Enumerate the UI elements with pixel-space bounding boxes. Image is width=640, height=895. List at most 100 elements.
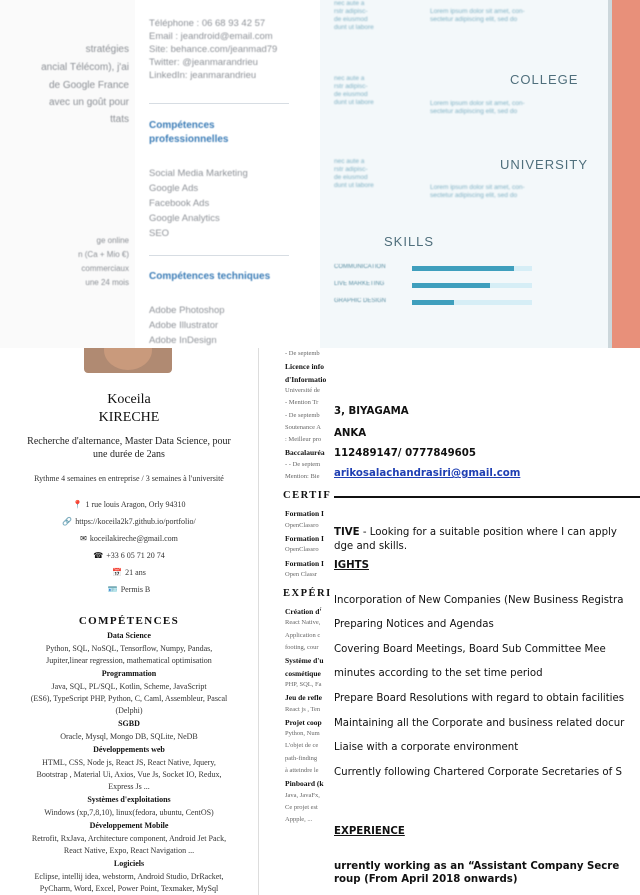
skill-group-line: HTML, CSS, Node js, React JS, React Nati… [42,758,216,767]
entry-text: OpenClassro [285,521,319,529]
envelope-icon: ✉ [80,534,87,543]
skill-bar-fill [412,300,454,305]
entry-title: Jeu de refle [285,693,322,703]
entry-title: Projet coop [285,717,322,727]
portfolio-link[interactable]: https://koceila2k7.github.io/portfolio/ [75,517,195,526]
experience-heading: EXPERIENCE [334,826,405,837]
email-link[interactable]: koceilakireche@gmail.com [90,534,178,543]
address-text: 1 rue louis Aragon, Orly 94310 [85,500,186,509]
entry-text: Mention: Bie [285,473,320,480]
highlight-item: minutes according to the set time period [334,668,543,679]
cv-preview-panel-e: - De septemb Licence info d'Informatio Univ… [258,348,334,895]
age-line: 📅 21 ans [0,568,258,577]
entry-title: Baccalauréa [285,448,325,458]
entry-title: Création d'́ [285,607,322,617]
highlight-item: Preparing Notices and Agendas [334,619,494,630]
competences-heading: COMPÉTENCES [78,615,180,627]
skill-group-title: SGBD [118,719,140,728]
skill-group-line: Windows (xp,7,8,10), linux(fedora, ubunt… [44,808,214,817]
entry-text: Python, Num [285,730,320,738]
address-line: 3, BIYAGAMA [334,406,409,417]
portfolio-line[interactable]: 🔗 https://koceila2k7.github.io/portfolio/ [0,517,258,526]
skill-label: COMMUNICATION [334,264,386,270]
highlight-item: Maintaining all the Corporate and busine… [334,718,625,729]
university-heading: UNIVERSITY [500,157,589,172]
entry-title: Licence info [285,362,324,372]
blurred-text-line: avec un goût pour [48,97,129,108]
divider [149,103,289,104]
entry-text: à atteindre le [285,767,319,774]
section-heading: Compétences [149,120,215,131]
skill-group-line: (Delphi) [115,706,143,715]
blurred-text-block: Lorem ipsum dolor sit amet, con- sectetu… [430,100,525,115]
skill-group-line: Retrofit, RxJava, Architecture component… [31,834,227,843]
skill-line: Social Media Marketing [149,168,248,179]
entry-text: Soutenance A [285,423,321,431]
contact-line: Site: behance.com/jeanmad79 [149,44,278,55]
cv-preview-panel-a: stratégies ancial Télécom), j'ai de Goog… [0,0,135,348]
entry-text: - De septemb [285,350,320,357]
blurred-text-block: nec aute a rstr adipisc- de eiusmod dunt… [334,0,374,31]
entry-text: React js , Ten [285,705,321,713]
skill-group-title: Systèmes d'exploitations [87,795,171,804]
entry-text: - Mention Tr [285,399,319,407]
blurred-text-line: commerciaux [81,264,129,273]
blurred-text-line: ttats [110,114,129,125]
entry-text: L'objet de ce [285,742,319,750]
skill-group-line: React Native, Expo, React Navigation ... [63,846,195,855]
divider [334,496,640,498]
experience-line: roup (From April 2018 onwards) [334,874,518,885]
last-name: KIRECHE [98,410,160,425]
skill-line: Facebook Ads [149,198,210,209]
experience-line: urrently working as an “Assistant Compan… [334,861,620,872]
blurred-text-line: une 24 mois [85,278,129,287]
blurred-text-line: ge online [96,236,129,245]
highlight-item: Prepare Board Resolutions with regard to… [334,693,625,704]
entry-text: - - De septem [285,460,321,468]
skill-group-line: PyCharm, Word, Excel, Power Point, Texma… [39,884,219,893]
entry-title: Formation I [285,509,324,519]
blurred-text-block: Lorem ipsum dolor sit amet, con- sectetu… [430,184,525,199]
section-heading: EXPÉRI [283,588,332,600]
email-link[interactable]: arikosalachandrasiri@gmail.com [334,468,520,479]
blurred-text-line: n (Ca + Mio €) [78,250,129,259]
entry-text: OpenClassro [285,546,319,554]
entry-title: cosmétique [285,668,321,678]
entry-text: Université de [285,386,320,394]
skill-label: GRAPHIC DESIGN [334,298,387,304]
highlights-heading: IGHTS [334,560,369,571]
skill-bar-fill [412,266,514,271]
entry-text: Application c [285,631,321,639]
skill-group-line: Express Js ... [108,782,150,791]
highlight-item: Liaise with a corporate environment [334,742,519,753]
skill-line: Google Ads [149,183,199,194]
license-text: Permis B [120,585,151,594]
first-name: Koceila [107,392,151,407]
entry-text: PHP, SQL, Fa [285,680,322,688]
cv-preview-koceila: Koceila KIRECHE Recherche d'alternance, … [0,348,258,895]
skill-line: Adobe Illustrator [149,320,219,331]
decorative-stripe [612,0,640,348]
email-line[interactable]: ✉ koceilakireche@gmail.com [0,534,258,543]
cv-preview-company-secretary: 3, BIYAGAMA ANKA 112489147/ 0777849605 a… [334,348,640,895]
license-line: 🪪 Permis B [0,585,258,594]
id-card-icon: 🪪 [107,585,118,594]
blurred-text-block: Lorem ipsum dolor sit amet, con- sectetu… [430,8,525,23]
blurred-text-line: de Google France [48,80,129,91]
skill-group-title: Développements web [93,745,165,754]
location-pin-icon: 📍 [72,500,83,509]
skill-bar-fill [412,283,490,288]
phone-line: 112489147/ 0777849605 [334,448,476,459]
cv-preview-panel-c: nec aute a rstr adipisc- de eiusmod dunt… [320,0,640,348]
entry-text: Appple, ... [285,816,313,824]
blurred-text-block: nec aute a rstr adipisc- de eiusmod dunt… [334,158,374,189]
skill-group-title: Logiciels [113,859,145,868]
entry-title: Pinboard (k [285,779,324,789]
calendar-icon: 📅 [112,568,123,577]
skill-group-line: Oracle, Mysql, Mongo DB, SQLite, NeDB [60,732,198,741]
entry-title: Système d'u [285,656,324,666]
skill-label: LIVE MARKETING [334,281,385,287]
section-heading: professionnelles [149,134,229,145]
entry-text: footing, cour [285,644,319,651]
blurred-text-line: ancial Télécom), j'ai [41,62,129,73]
